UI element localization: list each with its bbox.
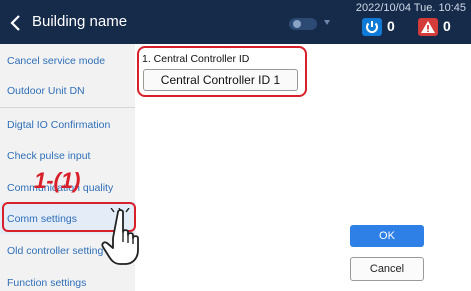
central-controller-highlight: [137, 46, 307, 97]
toggle-knob: [293, 20, 301, 28]
sidebar-item-function-settings[interactable]: Function settings: [0, 266, 135, 291]
header-bar: Building name 2022/10/04 Tue. 10:45 0 0: [0, 0, 471, 44]
sidebar-item-label: Digtal IO Confirmation: [7, 119, 111, 131]
step-callout: 1-(1): [34, 168, 81, 193]
sidebar-item-label: Outdoor Unit DN: [7, 85, 85, 97]
datetime-display: 2022/10/04 Tue. 10:45: [355, 2, 466, 14]
sidebar-item-label: Check pulse input: [7, 150, 91, 162]
sidebar-item-label: Old controller setting: [7, 245, 104, 257]
warning-count: 0: [443, 18, 451, 34]
sidebar-item-digital-io-confirmation[interactable]: Digtal IO Confirmation: [0, 108, 135, 142]
sidebar-item-label: Cancel service mode: [7, 55, 106, 67]
sidebar-item-label: Function settings: [7, 277, 87, 289]
power-count: 0: [387, 18, 395, 34]
ok-button[interactable]: OK: [350, 225, 424, 247]
dropdown-caret-icon[interactable]: [324, 20, 330, 25]
power-icon[interactable]: [362, 18, 382, 36]
back-chevron-icon[interactable]: [8, 14, 24, 32]
sidebar-item-cancel-service-mode[interactable]: Cancel service mode: [0, 44, 135, 78]
cancel-button[interactable]: Cancel: [350, 257, 424, 281]
pointing-hand-icon: [100, 204, 152, 268]
sidebar-item-outdoor-unit-dn[interactable]: Outdoor Unit DN: [0, 74, 135, 108]
warning-icon[interactable]: [418, 18, 438, 36]
building-name-title: Building name: [32, 13, 128, 30]
display-toggle[interactable]: [289, 18, 317, 30]
screen: Building name 2022/10/04 Tue. 10:45 0 0 …: [0, 0, 471, 291]
